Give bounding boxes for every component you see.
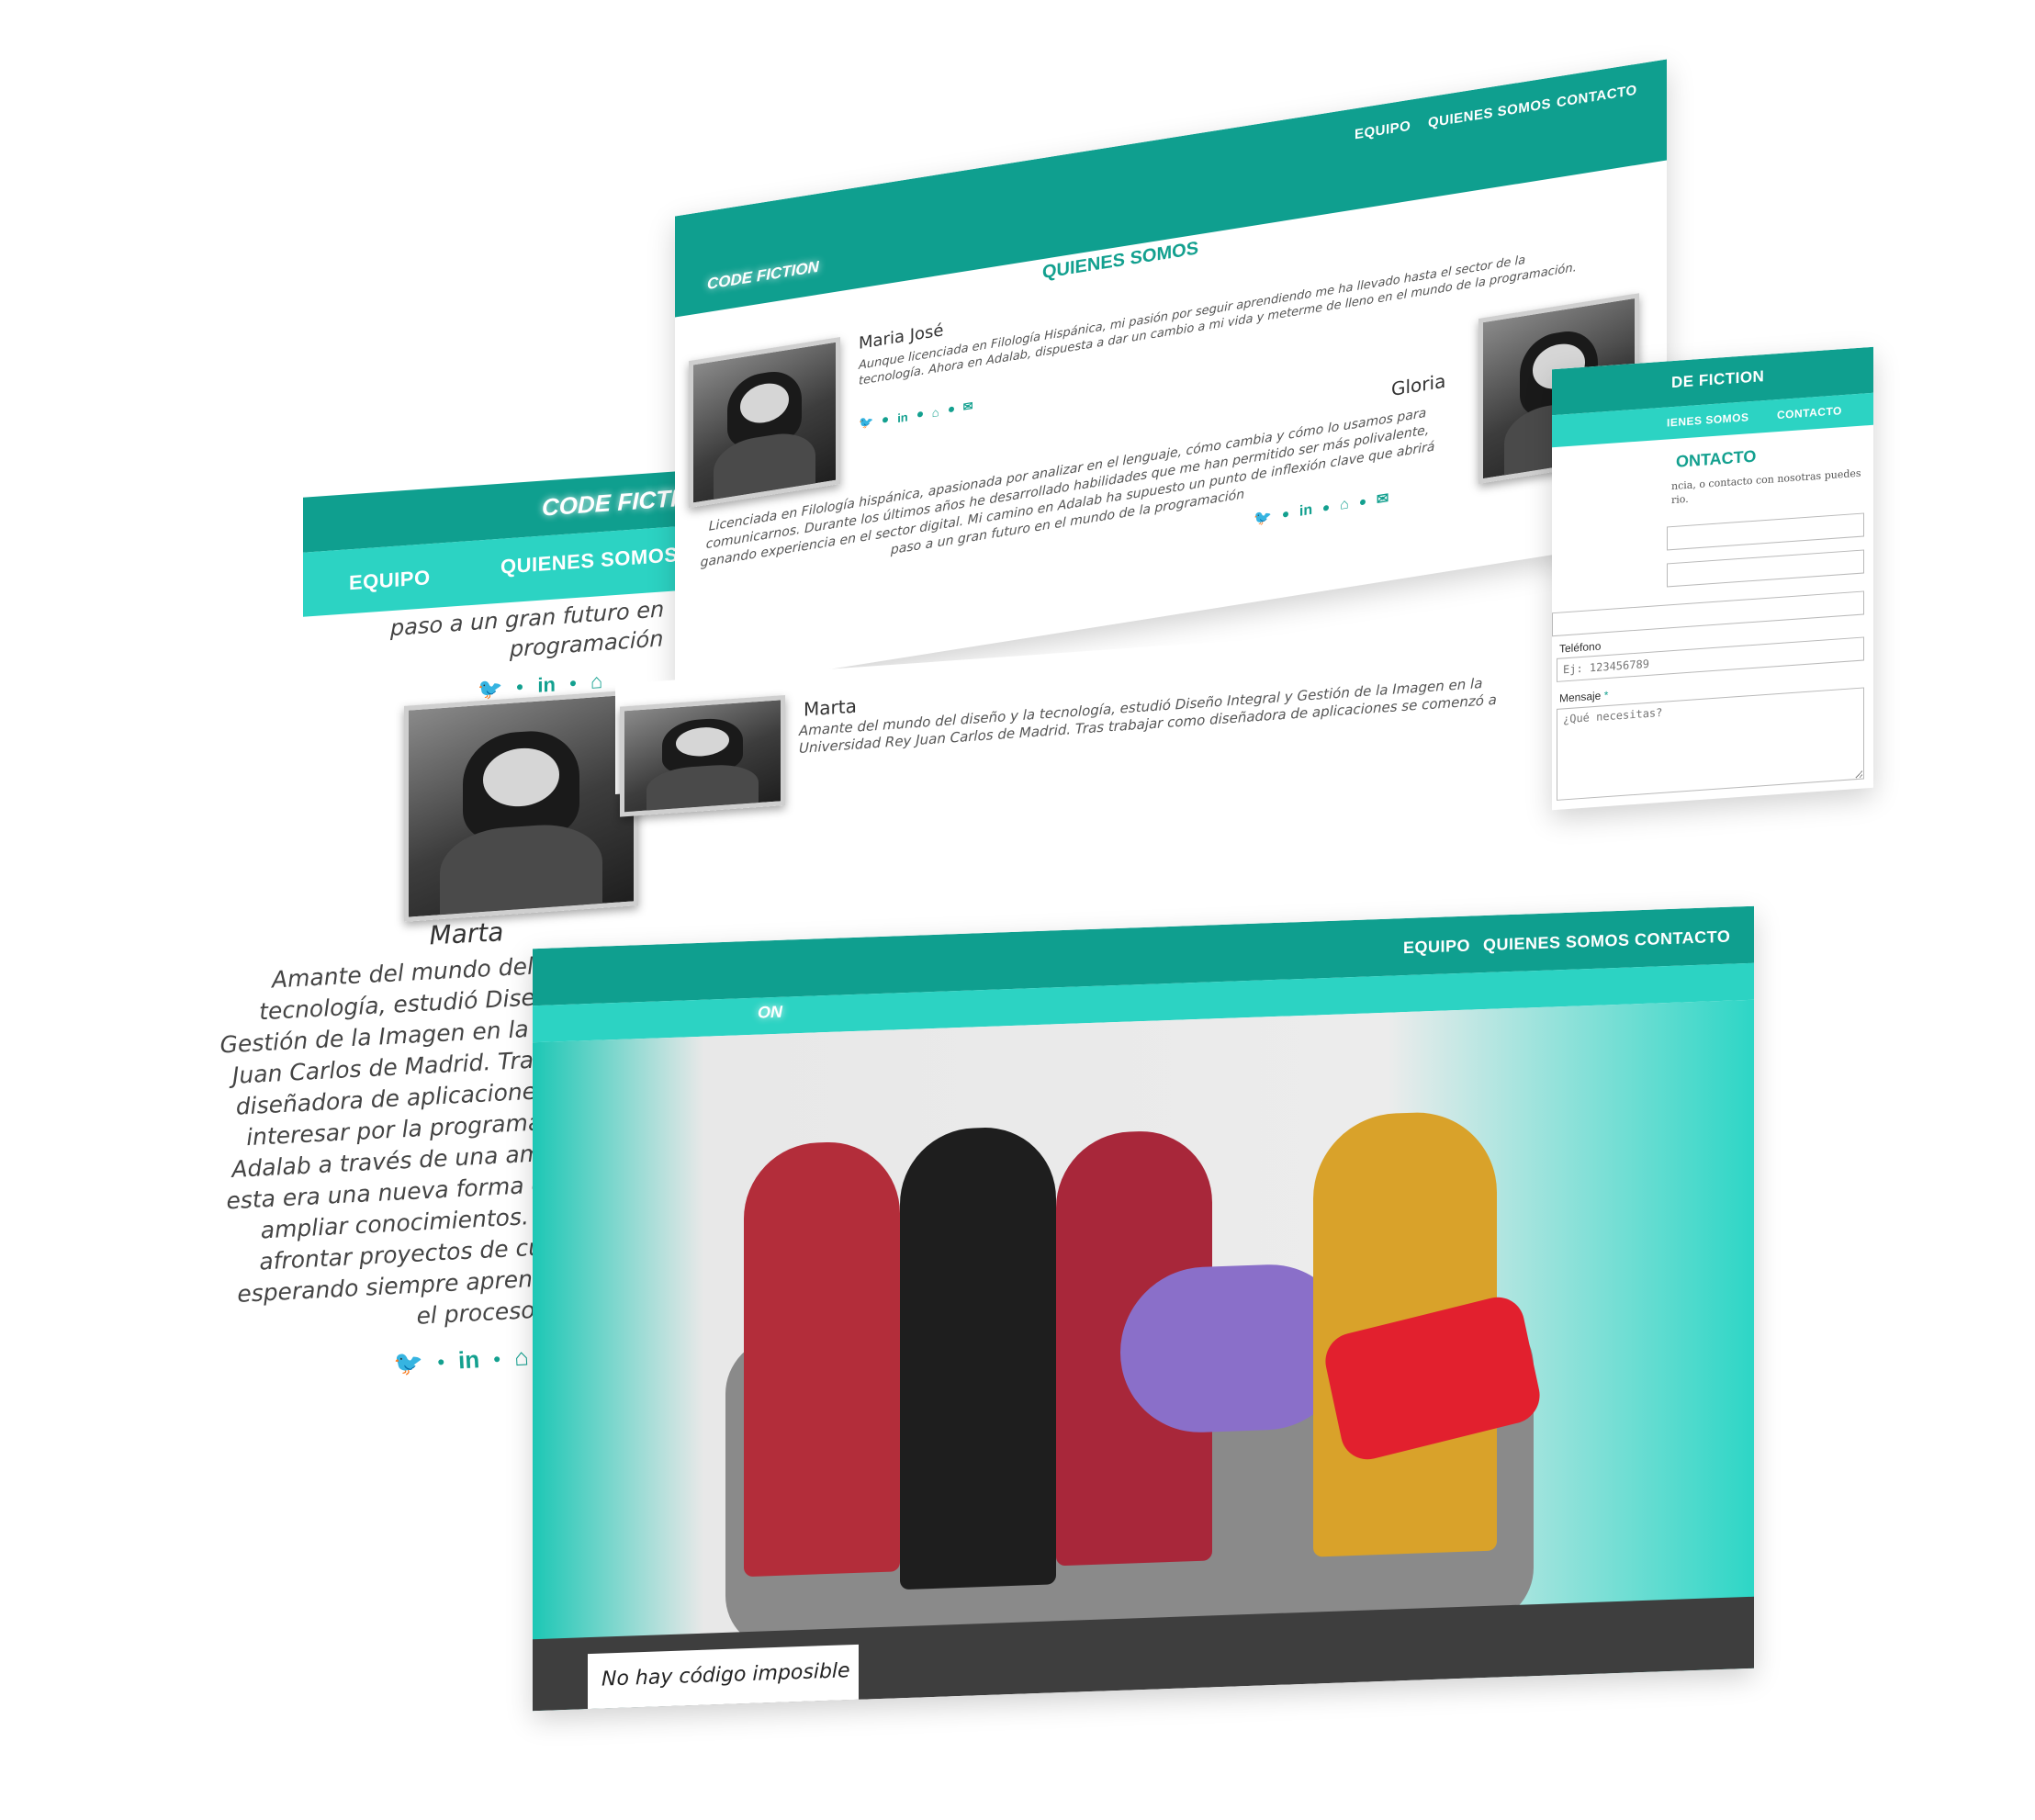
nav-equipo[interactable]: EQUIPO xyxy=(349,566,431,595)
github-icon[interactable]: ⌂ xyxy=(932,404,939,419)
separator-dot xyxy=(1323,504,1330,511)
separator-dot xyxy=(437,1358,444,1365)
linkedin-icon[interactable]: in xyxy=(537,673,556,698)
twitter-icon[interactable]: 🐦 xyxy=(393,1348,424,1378)
nav-equipo[interactable]: EQUIPO xyxy=(1355,118,1411,143)
maria-jose-photo xyxy=(689,337,840,509)
team-hero-photo xyxy=(533,999,1754,1712)
brand-logo[interactable]: ON xyxy=(758,1003,782,1023)
tagline-box: No hay código imposible xyxy=(588,1644,859,1710)
about-page-panel: CODE FICTION EQUIPO QUIENES SOMOS CONTAC… xyxy=(675,59,1667,694)
separator-dot xyxy=(517,684,523,691)
required-mark: * xyxy=(1603,688,1609,702)
phone-field[interactable] xyxy=(1557,636,1864,682)
member-name-gloria: Gloria xyxy=(1391,369,1446,400)
separator-dot xyxy=(916,410,923,418)
twitter-icon[interactable]: 🐦 xyxy=(859,414,873,432)
name-field[interactable] xyxy=(1667,512,1864,551)
linkedin-icon[interactable]: in xyxy=(1299,502,1312,521)
separator-dot xyxy=(1282,511,1288,518)
github-icon[interactable]: ⌂ xyxy=(590,669,602,694)
separator-dot xyxy=(493,1355,500,1362)
person-1 xyxy=(744,1140,900,1578)
nav-contacto[interactable]: CONTACTO xyxy=(1635,927,1730,950)
nav-quienes-somos[interactable]: QUIENES SOMOS xyxy=(500,543,679,579)
github-icon[interactable]: ⌂ xyxy=(1340,496,1349,514)
member-name-marta: Marta xyxy=(804,694,857,721)
separator-dot xyxy=(948,406,954,413)
message-field[interactable] xyxy=(1557,687,1864,801)
company-field[interactable] xyxy=(1552,590,1864,637)
brand-logo[interactable]: CODE FICTION xyxy=(707,258,819,294)
separator-dot xyxy=(883,416,889,423)
marta-photo-large xyxy=(404,690,638,922)
message-label-text: Mensaje xyxy=(1559,689,1602,705)
linkedin-icon[interactable]: in xyxy=(897,410,908,425)
contact-intro: ncia, o contacto con nosotras puedes xyxy=(1671,466,1861,493)
maria-jose-social: 🐦 in ⌂ ✉ xyxy=(859,399,973,432)
home-page-panel: EQUIPO QUIENES SOMOS CONTACTO ON No hay … xyxy=(533,905,1754,1712)
contact-page-panel: DE FICTION IENES SOMOS CONTACTO ONTACTO … xyxy=(1552,346,1873,811)
nav-quienes-somos[interactable]: QUIENES SOMOS xyxy=(1483,931,1630,956)
twitter-icon[interactable]: 🐦 xyxy=(1254,508,1272,529)
message-label: Mensaje * xyxy=(1559,689,1608,705)
separator-dot xyxy=(569,680,576,687)
github-icon[interactable]: ⌂ xyxy=(513,1343,529,1372)
brand-logo[interactable]: DE FICTION xyxy=(1671,367,1764,392)
contact-title: ONTACTO xyxy=(1676,446,1757,471)
linkedin-icon[interactable]: in xyxy=(457,1345,480,1375)
mail-icon[interactable]: ✉ xyxy=(963,399,973,415)
nav-quienes-somos[interactable]: IENES SOMOS xyxy=(1667,410,1749,429)
contact-intro-2: rio. xyxy=(1671,492,1689,507)
tagline: No hay código imposible xyxy=(602,1659,850,1691)
nav-quienes-somos[interactable]: QUIENES SOMOS xyxy=(1428,95,1551,130)
mail-icon[interactable]: ✉ xyxy=(1377,489,1389,509)
nav-contacto[interactable]: CONTACTO xyxy=(1777,404,1842,421)
phone-label: Teléfono xyxy=(1559,639,1602,656)
nav-equipo[interactable]: EQUIPO xyxy=(1403,937,1470,959)
email-field[interactable] xyxy=(1667,549,1864,588)
member-bio-marta: Amante del mundo del diseño y la tecnolo… xyxy=(799,674,1497,757)
nav-contacto[interactable]: CONTACTO xyxy=(1557,83,1637,111)
person-2 xyxy=(900,1125,1056,1590)
separator-dot xyxy=(1359,499,1366,506)
twitter-icon[interactable]: 🐦 xyxy=(478,677,502,702)
marta-photo-small xyxy=(620,695,785,817)
